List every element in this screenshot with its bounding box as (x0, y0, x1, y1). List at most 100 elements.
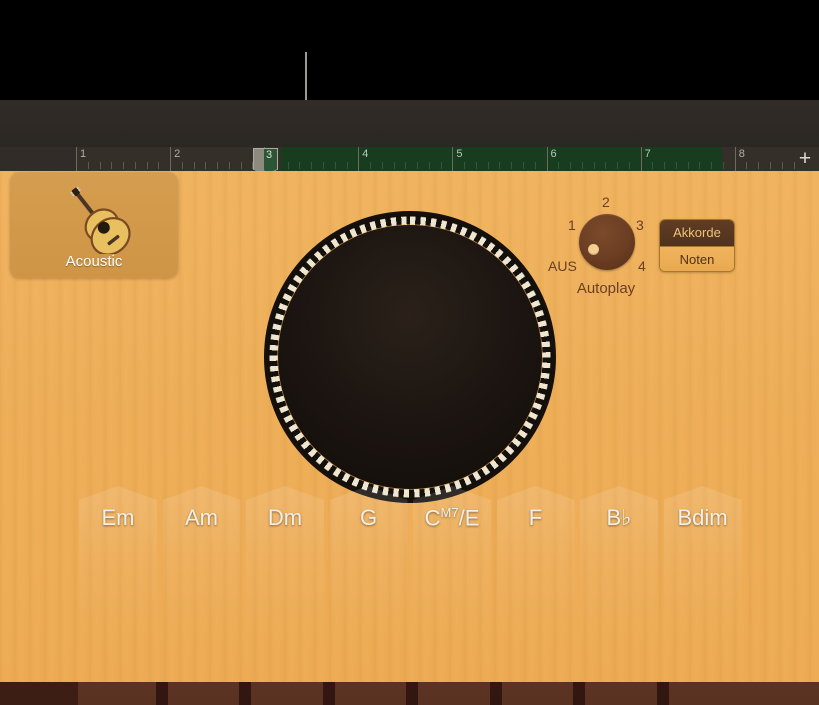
mode-toggle[interactable]: Akkorde Noten (659, 219, 735, 272)
instrument-name: Acoustic (65, 253, 123, 270)
chord-label: Em (101, 505, 135, 530)
bar-number: 4 (362, 148, 369, 160)
ruler-tick (99, 162, 101, 169)
bar-line (170, 147, 172, 171)
chord-strip[interactable]: Em (79, 486, 157, 705)
ruler-tick (240, 162, 242, 169)
fret-divider (573, 682, 585, 705)
ruler-tick (675, 162, 677, 169)
instrument-card[interactable]: Acoustic (10, 172, 178, 278)
autoplay-title: Autoplay (576, 280, 636, 297)
chord-strip[interactable]: B♭ (580, 486, 658, 705)
ruler-tick (687, 162, 689, 169)
bar-number: 2 (174, 148, 181, 160)
toolbar: ? (0, 100, 819, 240)
autoplay-label-2[interactable]: 2 (602, 194, 610, 210)
tab-akkorde[interactable]: Akkorde (660, 220, 734, 246)
autoplay-label-4[interactable]: 4 (638, 258, 646, 274)
fret-divider (406, 682, 418, 705)
ruler-tick (123, 162, 125, 169)
ruler-tick (217, 162, 219, 169)
ruler-tick (593, 162, 595, 169)
ruler-tick (428, 162, 430, 169)
autoplay-control[interactable]: AUS 1 2 3 4 Autoplay (548, 190, 664, 298)
add-track-button[interactable]: + (795, 148, 815, 169)
ruler-tick (134, 162, 136, 169)
ruler-tick (617, 162, 619, 169)
bar-line (452, 147, 454, 171)
ruler-tick (287, 162, 289, 169)
ruler-tick (146, 162, 148, 169)
bar-number: 5 (456, 148, 463, 160)
bar-line (640, 147, 642, 171)
ruler-tick (522, 162, 524, 169)
ruler-tick (652, 162, 654, 169)
chord-strip[interactable]: G (329, 486, 408, 705)
chord-strip-area: Em Am Dm G CM7/E F B♭ Bdim (0, 486, 819, 705)
ruler-tick (605, 162, 607, 169)
bar-number: 8 (738, 148, 745, 160)
ruler-tick (781, 162, 783, 169)
bar-line (76, 147, 77, 171)
chord-label: B♭ (606, 505, 632, 530)
chord-label: Bdim (677, 505, 728, 530)
ruler-tick (334, 162, 336, 169)
fret-divider (155, 682, 168, 705)
chord-label: Dm (267, 505, 303, 530)
playhead-bar-label: 3 (266, 149, 273, 161)
ruler-tick (205, 162, 207, 169)
fret-divider (656, 682, 669, 705)
chord-strip[interactable]: CM7/E (413, 486, 491, 705)
guitar-instrument-view[interactable]: Acoustic AUS 1 2 3 4 Autoplay Akkorde No… (0, 171, 819, 705)
fret-divider (322, 682, 335, 705)
ruler-tick (581, 162, 583, 169)
autoplay-label-1[interactable]: 1 (568, 217, 576, 233)
bar-number: 1 (80, 148, 87, 160)
rosette-pattern (267, 214, 553, 500)
ruler-tick (193, 162, 195, 169)
autoplay-label-off[interactable]: AUS (548, 258, 577, 274)
playhead-line (305, 52, 307, 100)
ruler-tick (393, 162, 395, 169)
autoplay-knob-indicator (588, 244, 599, 255)
fret-divider (489, 682, 502, 705)
chord-label: F (528, 505, 543, 530)
tab-noten[interactable]: Noten (660, 246, 734, 271)
ruler-tick (711, 162, 713, 169)
ruler-tick (181, 162, 183, 169)
ruler-tick (534, 162, 536, 169)
ruler-tick (499, 162, 501, 169)
fretboard[interactable] (0, 682, 819, 705)
ruler-tick (558, 162, 560, 169)
chord-label: Am (185, 505, 218, 530)
ruler-tick (111, 162, 113, 169)
ruler-tick (664, 162, 666, 169)
chord-strip[interactable]: Dm (246, 486, 324, 705)
ruler-tick (311, 162, 313, 169)
track-area-empty (0, 0, 819, 100)
bar-number: 6 (550, 148, 557, 160)
ruler-tick (87, 162, 89, 169)
fretboard-nut-area (0, 682, 78, 705)
ruler-tick (299, 162, 301, 169)
ruler-tick (722, 162, 724, 169)
ruler-tick (487, 162, 489, 169)
ruler-tick (475, 162, 477, 169)
autoplay-knob[interactable] (579, 214, 635, 270)
autoplay-label-3[interactable]: 3 (636, 217, 644, 233)
bar-line (358, 147, 360, 171)
chord-strip[interactable]: F (496, 486, 575, 705)
ruler-tick (628, 162, 630, 169)
bar-line (734, 147, 736, 171)
chord-label: CM7/E (424, 505, 480, 531)
timeline-ruler[interactable]: 1 2 3 4 5 6 7 8 + (0, 147, 819, 171)
chord-label: G (359, 505, 378, 530)
ruler-tick (158, 162, 160, 169)
ruler-tick (346, 162, 348, 169)
ruler-tick (511, 162, 513, 169)
garageband-window: ? 1 2 3 4 5 6 7 8 + 3 (0, 0, 819, 705)
ruler-tick (746, 162, 748, 169)
ruler-tick (570, 162, 572, 169)
chord-strip[interactable]: Am (162, 486, 241, 705)
chord-strip[interactable]: Bdim (663, 486, 742, 705)
